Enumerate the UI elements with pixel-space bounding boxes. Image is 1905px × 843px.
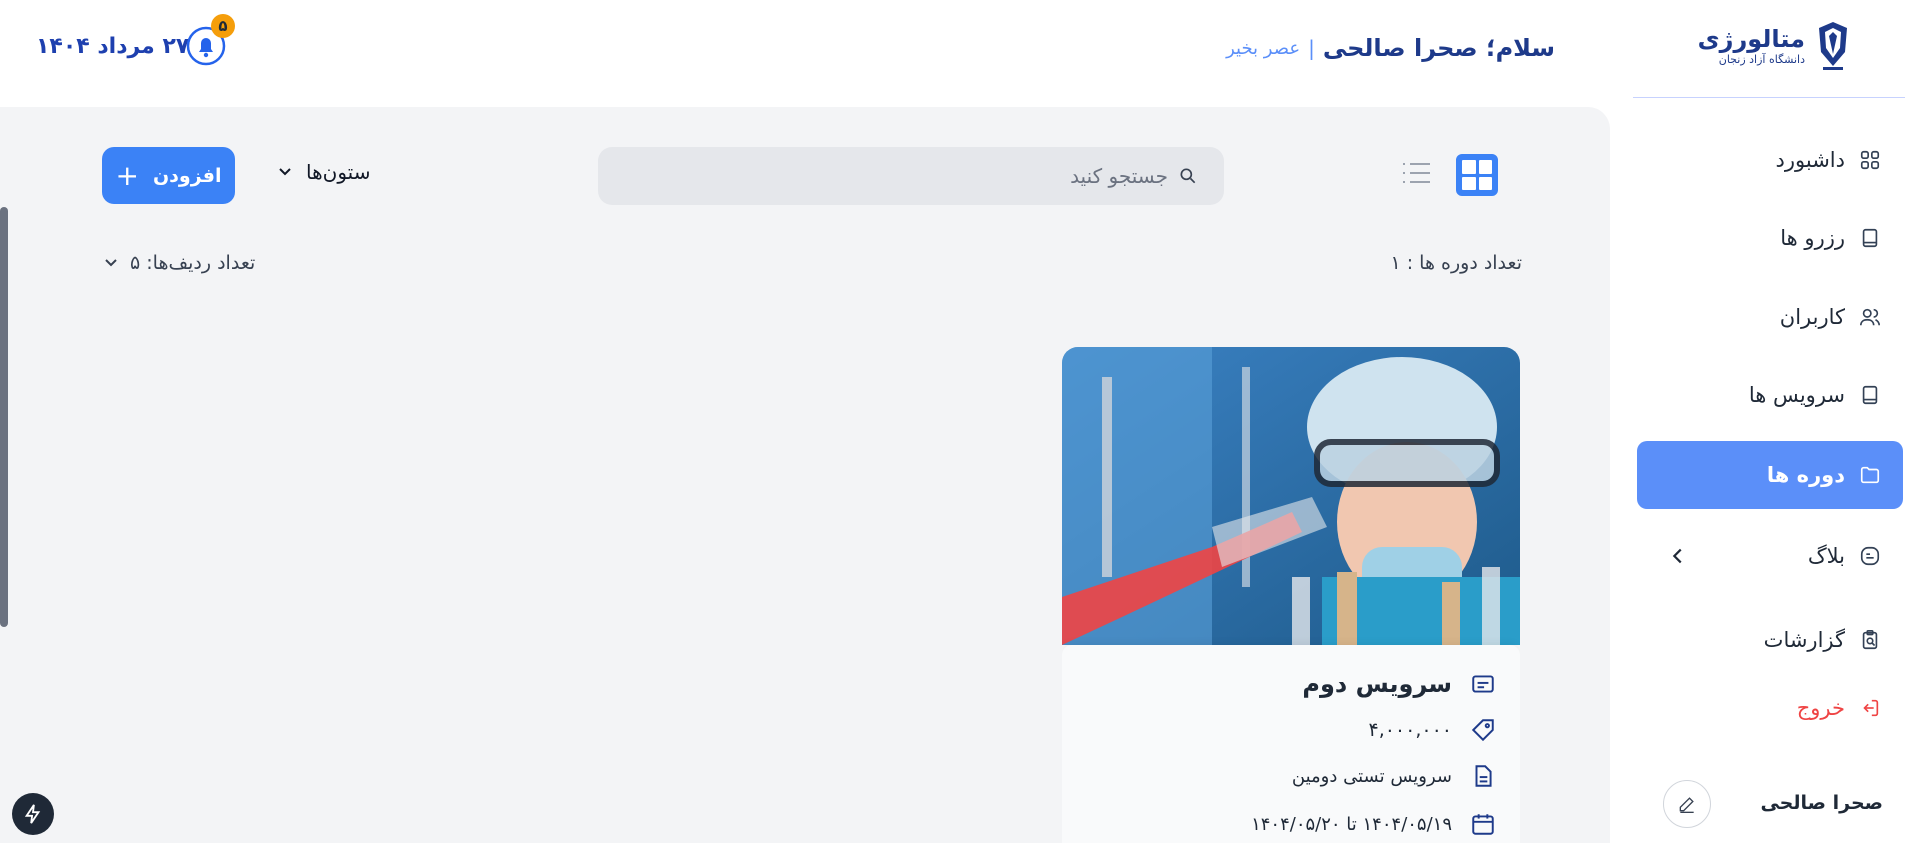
brand-text: متالورژی دانشگاه آزاد زنجان [1698, 25, 1805, 67]
sidebar-item-label: بلاگ [1807, 544, 1845, 568]
plus-icon: + [115, 158, 139, 192]
chevron-left-icon[interactable] [1667, 545, 1689, 567]
search-icon [1180, 168, 1196, 184]
course-description-row: سرویس تستی دومین [1292, 763, 1496, 789]
sidebar-item-courses[interactable]: دوره ها [1637, 441, 1903, 509]
course-price: ۴,۰۰۰,۰۰۰ [1368, 719, 1452, 741]
grid-view-button[interactable] [1456, 154, 1498, 196]
sidebar-item-label: رزرو ها [1780, 226, 1845, 250]
rows-count-label: تعداد ردیف‌ها: ۵ [130, 252, 256, 274]
course-title: سرویس دوم [1302, 670, 1452, 698]
sidebar: متالورژی دانشگاه آزاد زنجان داشبورد رزرو… [1633, 0, 1905, 843]
sidebar-item-reservations[interactable]: رزرو ها [1637, 204, 1903, 272]
grid-view-cell [1462, 176, 1476, 190]
sidebar-item-users[interactable]: کاربران [1637, 283, 1903, 351]
lightning-icon [24, 804, 41, 824]
search-input[interactable]: جستجو کنید [598, 147, 1224, 205]
add-button-label: افزودن [152, 164, 222, 187]
add-button[interactable]: افزودن + [102, 147, 235, 204]
grid-icon [1860, 150, 1880, 170]
course-description: سرویس تستی دومین [1291, 765, 1452, 787]
tag-icon [1471, 719, 1494, 742]
sidebar-item-label: گزارشات [1763, 628, 1845, 652]
grid-view-cell [1478, 160, 1492, 174]
course-title-row: سرویس دوم [1302, 670, 1496, 698]
university-emblem-icon [1819, 22, 1847, 70]
sidebar-item-blog[interactable]: بلاگ [1637, 522, 1903, 590]
sidebar-item-label: دوره ها [1766, 463, 1845, 487]
app-root: متالورژی دانشگاه آزاد زنجان داشبورد رزرو… [0, 0, 1905, 843]
top-header: سلام؛ صحرا صالحی | عصر بخیر ۲۷ مرداد ۱۴۰… [0, 0, 1633, 105]
document-icon [1475, 765, 1492, 787]
brand-title: متالورژی [1697, 25, 1805, 53]
sidebar-item-logout[interactable]: خروج [1637, 674, 1903, 742]
brand-logo[interactable]: متالورژی دانشگاه آزاد زنجان [1698, 18, 1853, 74]
tablet-icon [1862, 228, 1878, 248]
sidebar-item-label: سرویس ها [1748, 383, 1845, 407]
course-card[interactable]: سرویس دوم ۴,۰۰۰,۰۰۰ سرویس تستی دومین ۱۴۰… [1062, 347, 1520, 843]
course-count: تعداد دوره ها : ۱ [1390, 252, 1522, 274]
tablet-icon [1862, 385, 1878, 405]
list-view-button[interactable] [1400, 156, 1434, 194]
grid-view-cell [1462, 160, 1476, 174]
greeting-name: سلام؛ صحرا صالحی [1322, 34, 1555, 62]
greeting: سلام؛ صحرا صالحی | عصر بخیر [1226, 34, 1555, 62]
sidebar-item-services[interactable]: سرویس ها [1637, 361, 1903, 429]
brand-subtitle: دانشگاه آزاد زنجان [1718, 53, 1805, 66]
notification-badge: ۵ [211, 14, 235, 38]
sidebar-item-dashboard[interactable]: داشبورد [1637, 126, 1903, 194]
columns-label: ستون‌ها [306, 160, 371, 184]
report-icon [1862, 630, 1878, 650]
course-dates-row: ۱۴۰۴/۰۵/۱۹ تا ۱۴۰۴/۰۵/۲۰ [1251, 811, 1496, 837]
view-toggle [1400, 154, 1498, 196]
chevron-down-icon [105, 259, 117, 267]
sidebar-item-label: خروج [1796, 696, 1845, 720]
course-card-body: سرویس دوم ۴,۰۰۰,۰۰۰ سرویس تستی دومین ۱۴۰… [1062, 645, 1520, 843]
devtools-flash-button[interactable] [12, 793, 54, 835]
greeting-separator: | [1308, 36, 1315, 60]
course-image [1062, 347, 1520, 645]
logout-icon [1863, 699, 1879, 717]
scrollbar[interactable] [0, 207, 8, 627]
rows-per-page-select[interactable]: تعداد ردیف‌ها: ۵ [104, 252, 255, 274]
sidebar-divider [1633, 97, 1905, 98]
sidebar-item-label: داشبورد [1775, 148, 1845, 172]
edit-profile-button[interactable] [1663, 780, 1711, 828]
sidebar-item-label: کاربران [1779, 305, 1845, 329]
sidebar-user: صحرا صالحی [1633, 778, 1905, 828]
sidebar-item-reports[interactable]: گزارشات [1637, 606, 1903, 674]
user-name: صحرا صالحی [1760, 792, 1883, 814]
current-date: ۲۷ مرداد ۱۴۰۴ [36, 34, 190, 59]
list-icon [1403, 163, 1430, 183]
grid-view-cell [1478, 176, 1492, 190]
folder-icon [1860, 466, 1880, 484]
course-dates: ۱۴۰۴/۰۵/۱۹ تا ۱۴۰۴/۰۵/۲۰ [1251, 813, 1452, 835]
subtitles-icon [1472, 675, 1494, 693]
columns-dropdown[interactable]: ستون‌ها [278, 160, 370, 184]
users-icon [1860, 308, 1880, 326]
greeting-time-of-day: عصر بخیر [1226, 37, 1301, 59]
calendar-icon [1472, 814, 1494, 835]
blog-icon [1860, 546, 1880, 566]
chevron-down-icon [279, 168, 291, 176]
search-placeholder: جستجو کنید [1070, 164, 1168, 188]
pencil-icon [1679, 797, 1694, 813]
course-price-row: ۴,۰۰۰,۰۰۰ [1368, 717, 1496, 743]
